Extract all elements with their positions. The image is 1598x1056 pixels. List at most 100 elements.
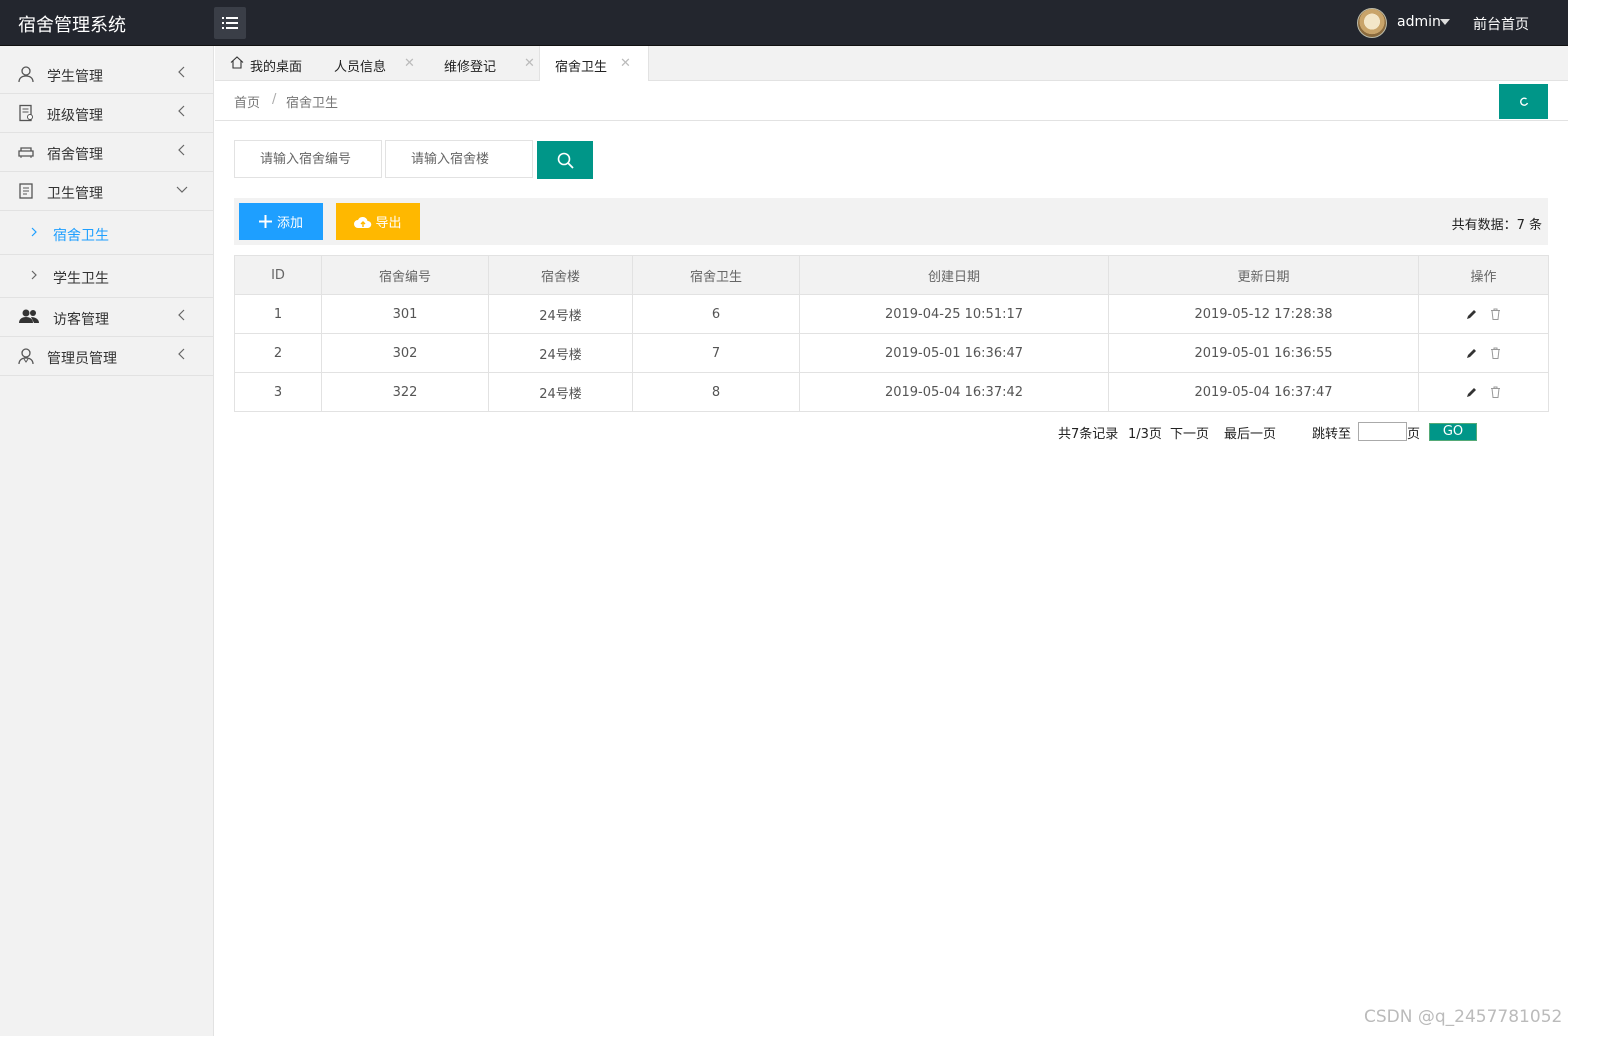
breadcrumb-home[interactable]: 首页: [234, 92, 260, 111]
column-header: 宿舍楼: [488, 255, 633, 295]
pager-pages: 1/3页: [1128, 427, 1162, 442]
sidebar-item-label: 管理员管理: [47, 351, 117, 367]
table-cell: 2019-05-04 16:37:47: [1108, 372, 1419, 412]
table-cell: 2019-05-01 16:36:47: [799, 333, 1109, 373]
tab-dorm-hygiene[interactable]: 宿舍卫生 ✕: [539, 46, 649, 82]
row-actions: [1418, 333, 1549, 373]
sidebar-item-visitor[interactable]: 访客管理: [0, 298, 214, 337]
app-title: 宿舍管理系统: [18, 15, 126, 36]
table-row: 1 301 24号楼 6 2019-04-25 10:51:17 2019-05…: [234, 294, 1549, 334]
table-cell: 2019-05-01 16:36:55: [1108, 333, 1419, 373]
breadcrumb-separator: /: [272, 92, 277, 107]
total-count: 共有数据：7 条: [1451, 218, 1542, 233]
trash-icon[interactable]: [1490, 347, 1501, 359]
building-input[interactable]: [385, 140, 533, 178]
column-header: 宿舍卫生: [632, 255, 800, 295]
dorm-number-input[interactable]: [234, 140, 382, 178]
cloud-upload-icon: [354, 216, 372, 228]
close-icon[interactable]: ✕: [404, 56, 415, 71]
pager-next-link[interactable]: 下一页: [1170, 423, 1209, 442]
list-icon: [222, 17, 238, 29]
export-button-label: 导出: [375, 216, 402, 231]
refresh-button[interactable]: [1499, 84, 1548, 119]
sidebar-item-hygiene[interactable]: 卫生管理: [0, 172, 214, 211]
chevron-right-icon: [31, 227, 37, 237]
sidebar-subitem-label: 学生卫生: [53, 271, 109, 287]
table-cell: 24号楼: [488, 294, 633, 334]
tab-label: 维修登记: [444, 60, 497, 75]
tab-bar: 我的桌面 人员信息 ✕ 维修登记 ✕ 宿舍卫生 ✕: [215, 46, 1568, 82]
add-button-label: 添加: [276, 216, 303, 231]
table-cell: 3: [234, 372, 322, 412]
column-header: ID: [234, 255, 322, 295]
column-header: 宿舍编号: [321, 255, 489, 295]
user-icon: [18, 66, 34, 83]
search-icon: [557, 152, 574, 169]
jump-page-input[interactable]: [1358, 422, 1407, 441]
sidebar-subitem-dorm-hygiene[interactable]: 宿舍卫生: [0, 212, 214, 255]
sidebar-subitem-student-hygiene[interactable]: 学生卫生: [0, 255, 214, 298]
sidebar: 学生管理 班级管理 宿舍管理 卫生管理 宿舍卫生 学生卫生 访客管理 管理员管理: [0, 46, 214, 1036]
clipboard-icon: [19, 183, 33, 199]
sidebar-item-dorm[interactable]: 宿舍管理: [0, 133, 214, 172]
sidebar-item-student[interactable]: 学生管理: [0, 55, 214, 94]
data-table: ID 宿舍编号 宿舍楼 宿舍卫生 创建日期 更新日期 操作 1 301 24号楼…: [234, 255, 1549, 412]
table-cell: 2019-05-04 16:37:42: [799, 372, 1109, 412]
close-icon[interactable]: ✕: [620, 56, 631, 71]
refresh-icon: [1519, 97, 1528, 106]
tab-label: 人员信息: [334, 60, 387, 75]
tab-label: 宿舍卫生: [555, 60, 608, 75]
breadcrumb-current: 宿舍卫生: [286, 96, 339, 111]
menu-toggle-button[interactable]: [214, 7, 246, 39]
sidebar-item-class[interactable]: 班级管理: [0, 94, 214, 133]
edit-icon[interactable]: [1466, 309, 1477, 320]
tab-desktop[interactable]: 我的桌面: [215, 46, 319, 81]
trash-icon[interactable]: [1490, 386, 1501, 398]
sidebar-item-label: 访客管理: [53, 312, 109, 328]
table-cell: 322: [321, 372, 489, 412]
sidebar-item-label: 学生管理: [47, 69, 103, 85]
chevron-left-icon: [178, 105, 185, 117]
table-cell: 1: [234, 294, 322, 334]
row-actions: [1418, 294, 1549, 334]
tab-repair[interactable]: 维修登记 ✕: [429, 46, 539, 81]
tab-personnel[interactable]: 人员信息 ✕: [319, 46, 429, 81]
caret-down-icon[interactable]: [1440, 19, 1450, 25]
plus-icon: [258, 215, 272, 228]
search-button[interactable]: [537, 141, 593, 179]
table-toolbar: 添加 导出 共有数据：7 条: [234, 198, 1548, 245]
sofa-icon: [18, 147, 34, 158]
table-header-row: ID 宿舍编号 宿舍楼 宿舍卫生 创建日期 更新日期 操作: [234, 255, 1549, 295]
table-cell: 6: [632, 294, 800, 334]
column-header: 操作: [1418, 255, 1549, 295]
sidebar-item-admin[interactable]: 管理员管理: [0, 337, 214, 376]
pager-last-link[interactable]: 最后一页: [1224, 423, 1276, 442]
trash-icon[interactable]: [1490, 308, 1501, 320]
avatar[interactable]: [1357, 8, 1387, 38]
pager-page-unit: 页: [1407, 427, 1421, 442]
table-cell: 24号楼: [488, 333, 633, 373]
table-cell: 7: [632, 333, 800, 373]
column-header: 创建日期: [799, 255, 1109, 295]
chevron-left-icon: [178, 144, 185, 156]
chevron-left-icon: [178, 66, 185, 78]
sidebar-item-label: 班级管理: [47, 108, 103, 124]
user-name[interactable]: admin: [1397, 14, 1441, 30]
watermark: CSDN @q_2457781052: [1364, 1007, 1563, 1027]
edit-icon[interactable]: [1466, 348, 1477, 359]
chevron-right-icon: [31, 270, 37, 280]
add-button[interactable]: 添加: [239, 203, 323, 240]
pager-records: 共7条记录: [1058, 427, 1119, 442]
table-cell: 24号楼: [488, 372, 633, 412]
top-bar: 宿舍管理系统 admin 前台首页: [0, 0, 1568, 46]
chevron-down-icon: [176, 186, 188, 193]
table-cell: 301: [321, 294, 489, 334]
table-cell: 2019-04-25 10:51:17: [799, 294, 1109, 334]
export-button[interactable]: 导出: [336, 203, 420, 240]
tab-label: 我的桌面: [250, 60, 303, 75]
go-button[interactable]: GO: [1429, 423, 1477, 441]
front-page-link[interactable]: 前台首页: [1473, 14, 1529, 34]
users-icon: [19, 309, 39, 323]
edit-icon[interactable]: [1466, 387, 1477, 398]
close-icon[interactable]: ✕: [524, 56, 535, 71]
